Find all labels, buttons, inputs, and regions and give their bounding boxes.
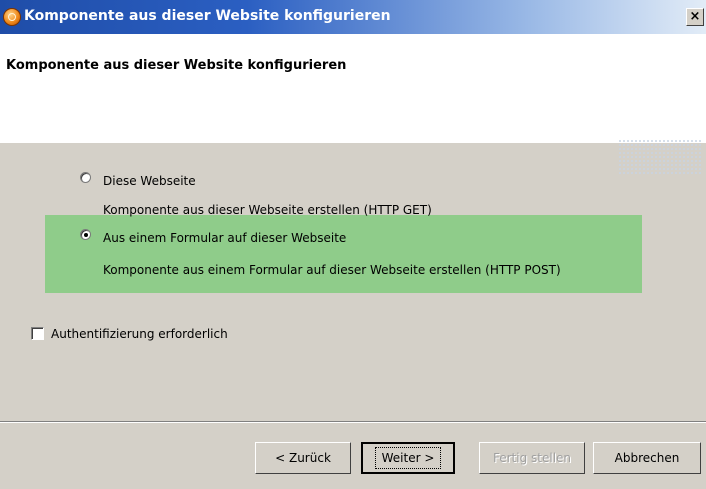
next-button[interactable]: Weiter > [361,442,455,474]
window-title: Komponente aus dieser Website konfigurie… [24,8,391,24]
radio-diese-webseite[interactable] [80,172,91,183]
finish-button[interactable]: Fertig stellen [479,442,585,474]
cancel-button-label: Abbrechen [614,451,680,465]
selection-highlight [45,215,642,293]
option-label-aus-formular[interactable]: Aus einem Formular auf dieser Webseite [103,231,346,245]
auth-checkbox-label[interactable]: Authentifizierung erforderlich [51,327,228,341]
banner-title: Komponente aus dieser Website konfigurie… [6,58,347,73]
back-button[interactable]: < Zurück [255,442,351,474]
next-button-label: Weiter > [374,447,442,469]
footer-separator-highlight [0,422,706,423]
auth-checkbox[interactable] [31,327,44,340]
back-button-label: < Zurück [275,451,331,465]
radio-aus-formular[interactable] [80,229,91,240]
title-bar[interactable]: Komponente aus dieser Website konfigurie… [0,0,706,34]
option-label-diese-webseite[interactable]: Diese Webseite [103,174,196,188]
close-button[interactable]: × [686,8,704,26]
banner-divider [0,142,706,143]
option-description-post: Komponente aus einem Formular auf dieser… [103,263,561,277]
banner-decoration [618,139,702,175]
wizard-header-banner [0,34,706,175]
option-description-get: Komponente aus dieser Webseite erstellen… [103,203,432,217]
cancel-button[interactable]: Abbrechen [593,442,701,474]
configure-component-dialog: Komponente aus dieser Website konfigurie… [0,0,706,489]
app-orange-globe-icon [3,8,21,26]
finish-button-label: Fertig stellen [492,451,572,465]
